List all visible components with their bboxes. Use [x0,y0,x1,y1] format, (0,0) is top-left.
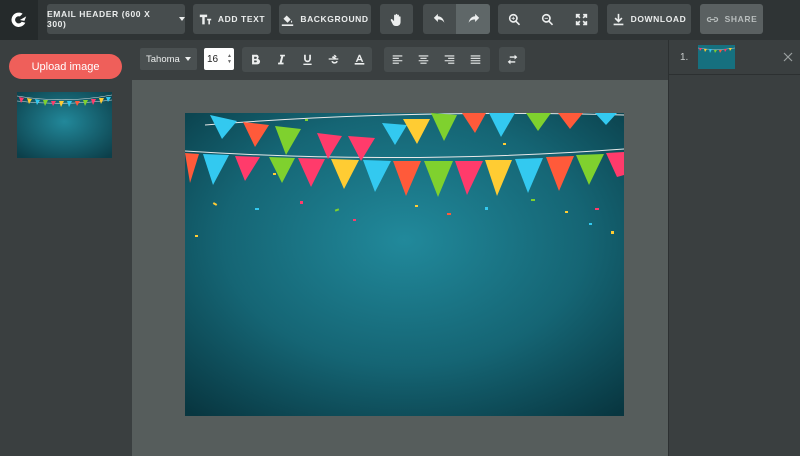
zoom-out-icon [541,13,554,25]
artboard-canvas[interactable] [185,113,624,416]
background-button[interactable]: BACKGROUND [279,4,371,34]
redo-button[interactable] [456,4,490,34]
zoom-group [498,4,598,34]
stepper-arrows-icon[interactable]: ▲ ▼ [227,53,232,65]
align-justify-button[interactable] [462,47,488,72]
undo-button[interactable] [423,4,456,34]
italic-icon [277,54,285,65]
font-family-value: Tahoma [146,53,180,65]
align-justify-icon [470,55,480,64]
pages-panel: 1. [668,40,800,456]
align-left-icon [392,55,402,64]
page-list-item[interactable]: 1. [669,40,800,75]
download-button[interactable]: DOWNLOAD [607,4,691,34]
upload-image-button[interactable]: Upload image [9,54,122,79]
download-icon [613,13,623,25]
align-right-button[interactable] [436,47,462,72]
page-thumbnail[interactable] [697,45,736,69]
share-button[interactable]: SHARE [700,4,763,34]
swap-arrows-icon [507,54,517,65]
font-family-select[interactable]: Tahoma [140,48,197,70]
link-icon [706,16,718,22]
image-library-sidebar: Upload image [0,40,132,456]
top-toolbar: EMAIL HEADER (600 X 300) ADD TEXT BACKGR… [0,0,800,40]
alignment-group [384,47,490,72]
library-image-thumbnail[interactable] [16,92,113,158]
chevron-down-icon [179,17,185,21]
chevron-down-icon [185,57,191,61]
align-center-icon [418,55,428,64]
hand-icon [390,13,401,26]
download-label: DOWNLOAD [630,14,687,24]
font-size-input[interactable]: 16 ▲ ▼ [204,48,234,70]
underline-icon [302,54,312,65]
align-center-button[interactable] [410,47,436,72]
strikethrough-button[interactable] [320,47,346,72]
zoom-in-button[interactable] [498,4,531,34]
strikethrough-icon [328,54,338,64]
fullscreen-icon [575,13,587,25]
undo-icon [433,13,445,23]
history-group [423,4,490,34]
bold-icon [251,54,260,65]
text-icon [199,14,212,24]
page-number: 1. [680,52,689,63]
canvas-area [132,80,668,456]
bold-button[interactable] [242,47,268,72]
align-left-button[interactable] [384,47,410,72]
brand-logo-icon[interactable] [0,0,38,40]
fit-to-screen-button[interactable] [564,4,598,34]
add-text-label: ADD TEXT [217,14,266,24]
italic-button[interactable] [268,47,294,72]
swap-group [499,47,525,72]
size-preset-dropdown[interactable]: EMAIL HEADER (600 X 300) [47,4,185,34]
underline-button[interactable] [294,47,320,72]
add-text-button[interactable]: ADD TEXT [193,4,271,34]
font-size-value: 16 [207,53,219,65]
close-icon[interactable] [783,52,793,62]
swap-button[interactable] [499,47,525,72]
text-format-bar: Tahoma 16 ▲ ▼ [132,40,668,80]
background-label: BACKGROUND [300,14,369,24]
zoom-in-icon [508,13,521,25]
align-right-icon [444,55,454,64]
text-color-icon [354,54,364,65]
pan-tool-button[interactable] [380,4,413,34]
redo-icon [468,13,479,23]
size-preset-label: EMAIL HEADER (600 X 300) [47,9,151,29]
paint-bucket-icon [282,14,294,26]
text-color-button[interactable] [346,47,372,72]
text-style-group [242,47,372,72]
zoom-out-button[interactable] [531,4,564,34]
share-label: SHARE [724,14,758,24]
